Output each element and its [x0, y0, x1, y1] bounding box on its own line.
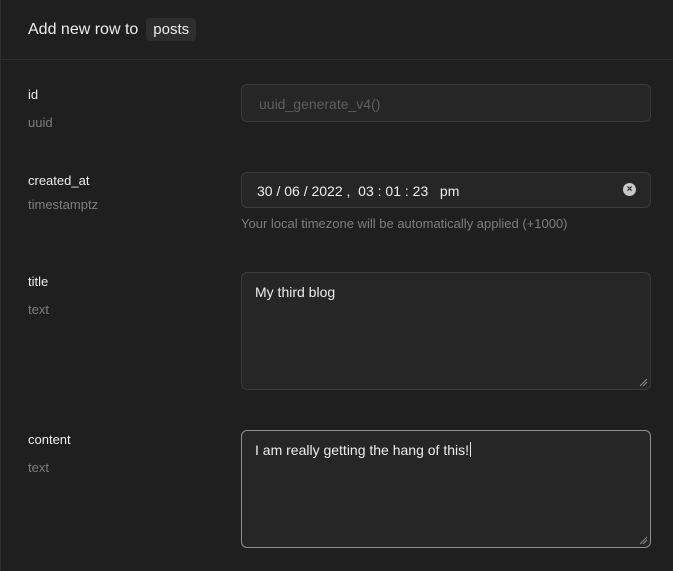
panel-header: Add new row to posts [1, 0, 673, 60]
content-textarea[interactable]: I am really getting the hang of this! [241, 430, 651, 548]
field-type-title: text [28, 302, 49, 317]
panel-title: Add new row to [28, 20, 139, 38]
resize-handle-icon[interactable] [638, 377, 648, 387]
id-input[interactable]: uuid_generate_v4() [241, 84, 651, 122]
content-value-line: I am really getting the hang of this! [255, 442, 472, 458]
field-name-id: id [28, 87, 39, 102]
resize-handle-icon[interactable] [638, 535, 648, 545]
field-name-created-at: created_at [28, 173, 90, 188]
id-input-placeholder: uuid_generate_v4() [259, 96, 381, 112]
add-row-panel: Add new row to posts id uuid uuid_genera… [0, 0, 673, 571]
created-at-value: 30 / 06 / 2022 , 03 : 01 : 23 pm [257, 183, 460, 199]
field-name-content: content [28, 432, 71, 447]
field-type-created-at: timestamptz [28, 197, 99, 212]
created-at-datetime-input[interactable]: 30 / 06 / 2022 , 03 : 01 : 23 pm × [241, 172, 651, 208]
title-value: My third blog [255, 284, 336, 300]
field-type-content: text [28, 460, 49, 475]
title-textarea[interactable]: My third blog [241, 272, 651, 390]
field-type-id: uuid [28, 115, 53, 130]
clear-icon[interactable]: × [623, 183, 636, 196]
content-value: I am really getting the hang of this! [255, 442, 470, 458]
text-caret [470, 442, 472, 457]
field-name-title: title [28, 274, 49, 289]
table-name-badge: posts [146, 18, 197, 41]
timezone-help-text: Your local timezone will be automaticall… [241, 216, 568, 231]
